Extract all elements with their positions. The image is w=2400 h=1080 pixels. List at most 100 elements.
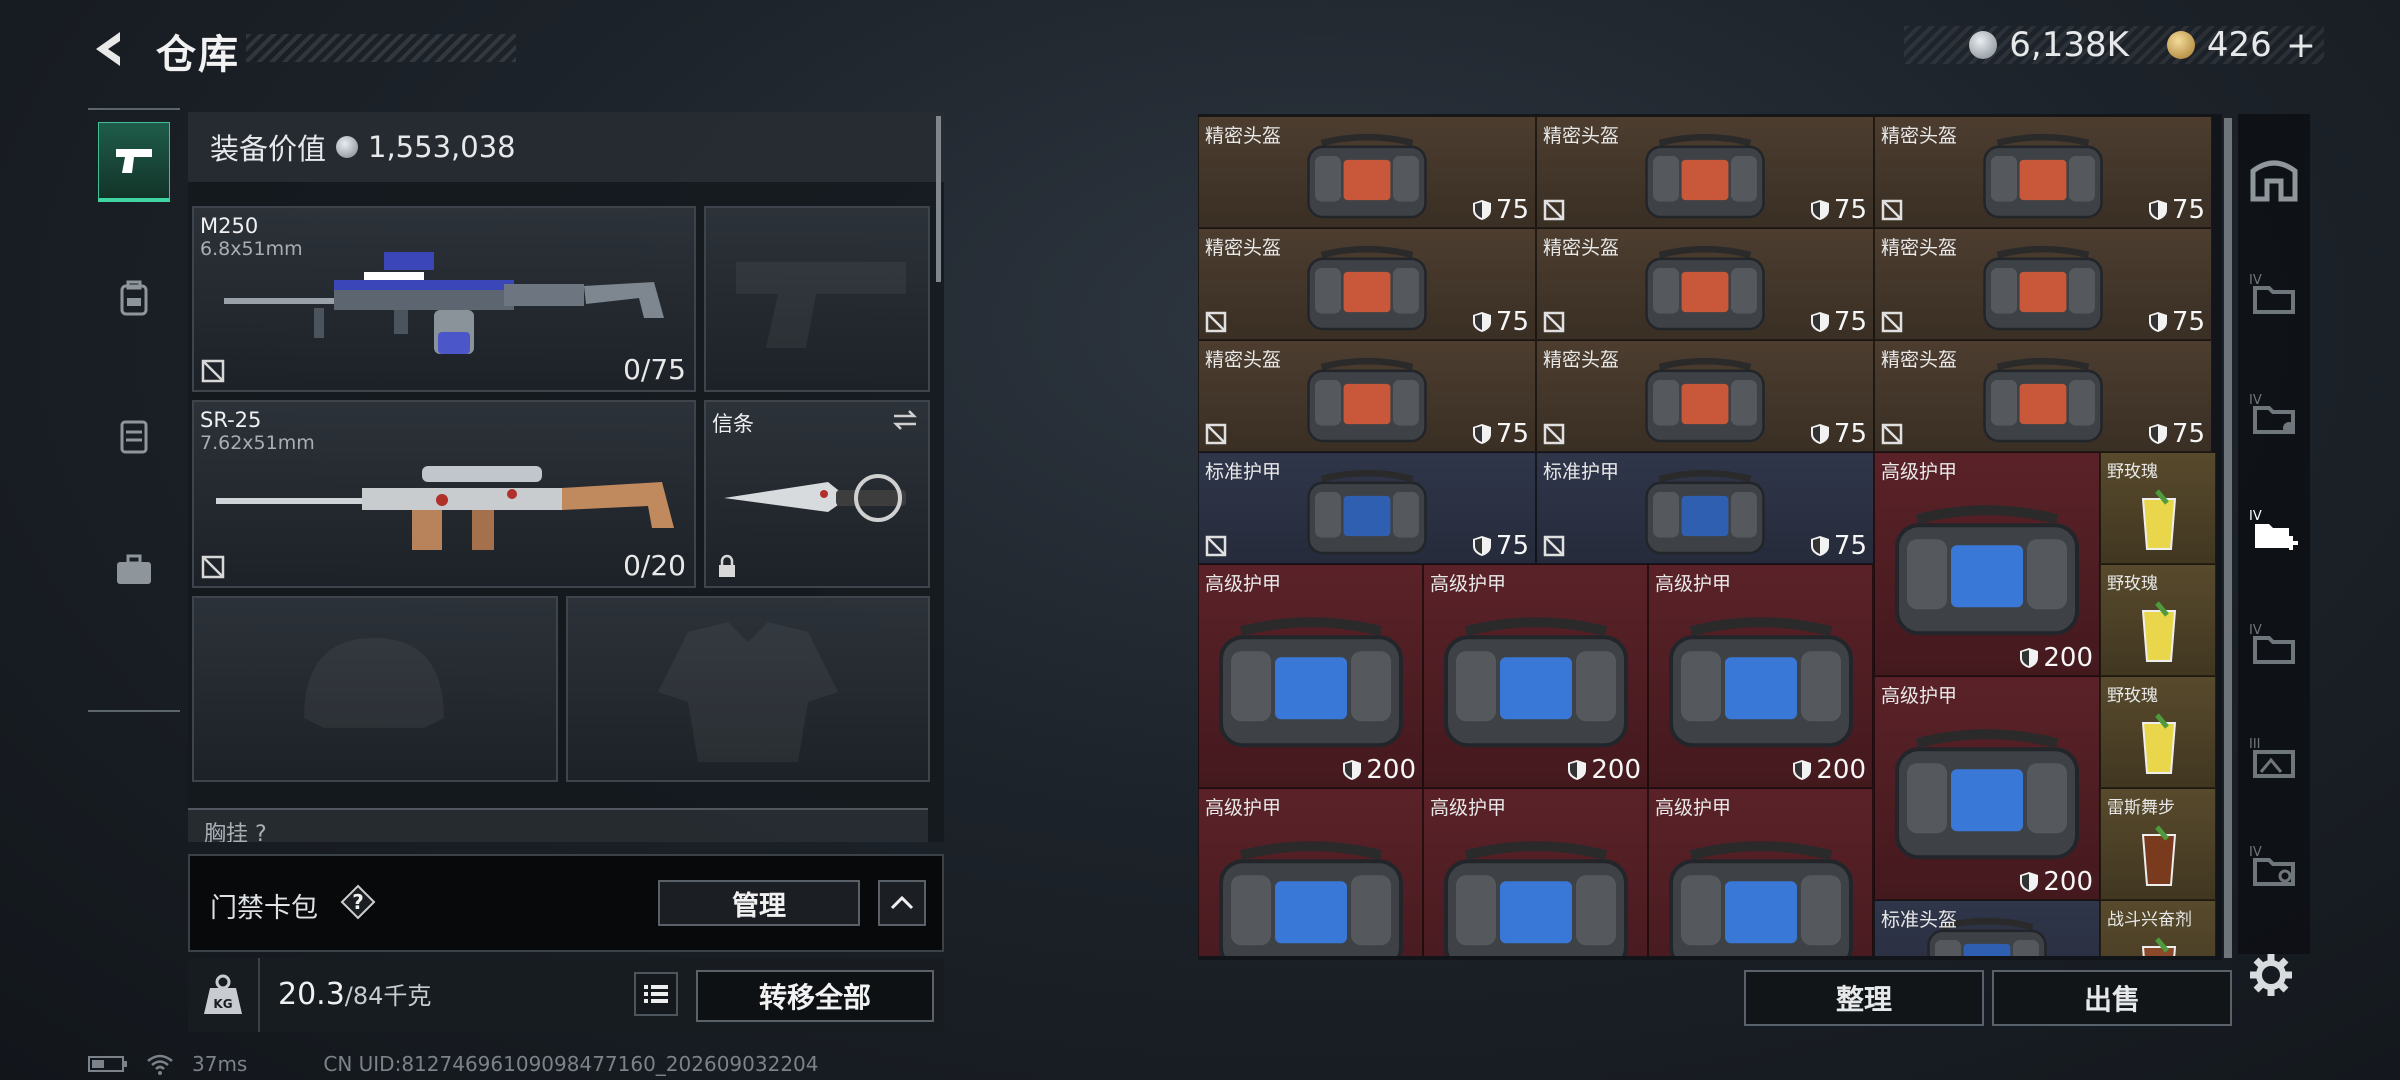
tab-stash-1[interactable]: IV — [2244, 264, 2304, 324]
item-case-image — [1645, 469, 1765, 555]
secondary-weapon-slot[interactable]: SR-25 7.62x51mm 0/20 — [192, 400, 696, 588]
pistol-slot[interactable] — [704, 206, 930, 392]
tab-all[interactable] — [2244, 148, 2304, 208]
tab-stash-4[interactable]: IV — [2244, 614, 2304, 674]
collapse-button[interactable] — [878, 880, 926, 926]
inventory-item-advanced-armor[interactable]: 高级护甲 200 — [1198, 564, 1423, 788]
no-insure-icon — [1205, 535, 1227, 557]
inventory-item-rose[interactable]: 野玫瑰 — [2100, 564, 2216, 676]
item-case-image — [1668, 617, 1853, 748]
inventory-item-precision-helmet[interactable]: 精密头盔 75 — [1874, 340, 2212, 452]
primary-weapon-slot[interactable]: M250 6.8x51mm 0/75 — [192, 206, 696, 392]
sort-button[interactable]: 整理 — [1744, 970, 1984, 1026]
gold-amount: 426 — [2206, 25, 2272, 65]
inventory-item-rose[interactable]: 野玫瑰 — [2100, 452, 2216, 564]
item-case-image — [1895, 505, 2079, 636]
inventory-item-advanced-armor[interactable]: 高级护甲 — [1648, 788, 1873, 956]
item-name: 高级护甲 — [1430, 573, 1507, 595]
item-name: 精密头盔 — [1881, 237, 1958, 259]
item-name: 雷斯舞步 — [2107, 798, 2175, 818]
item-durability: 200 — [1342, 755, 1416, 785]
help-icon[interactable]: ? — [340, 884, 376, 920]
inventory-scrollbar[interactable] — [2224, 118, 2232, 958]
item-name: 标准头盔 — [1881, 909, 1958, 931]
weapon-name: SR-25 — [200, 408, 262, 432]
inventory-item-standard-armor[interactable]: 标准护甲 75 — [1536, 452, 1874, 564]
inventory-item-precision-helmet[interactable]: 精密头盔 75 — [1874, 228, 2212, 340]
item-case-image — [1307, 245, 1427, 331]
item-durability: 200 — [1792, 755, 1866, 785]
inventory-item-combat-stim[interactable]: 战斗兴奋剂 — [2100, 900, 2216, 956]
inventory-item-advanced-armor[interactable]: 高级护甲 — [1198, 788, 1423, 956]
item-case-image — [1307, 357, 1427, 443]
item-durability: 200 — [1567, 755, 1641, 785]
inventory-grid: 精密头盔 75 精密头盔 75 精密头盔 75 精密头盔 75 精密头盔 75 精密头盔 75 精密头盔… — [1198, 116, 2218, 956]
keycard-bar: 门禁卡包 ? 管理 — [188, 854, 944, 952]
drink-glass-image — [2141, 489, 2177, 550]
tab-stash-3-active[interactable]: IV — [2244, 500, 2304, 560]
inventory-item-advanced-armor[interactable]: 高级护甲 200 — [1648, 564, 1873, 788]
no-insure-icon — [1543, 423, 1565, 445]
tab-backpack[interactable] — [98, 258, 170, 338]
lock-icon — [719, 554, 735, 577]
inventory-item-precision-helmet[interactable]: 精密头盔 75 — [1536, 228, 1874, 340]
weapon-ammo: 0/75 — [623, 353, 686, 386]
inventory-item-standard-helmet[interactable]: 标准头盔 — [1874, 900, 2100, 956]
item-name: 标准护甲 — [1205, 461, 1282, 483]
tab-stash-6[interactable]: IV — [2244, 836, 2304, 896]
list-view-button[interactable] — [634, 972, 678, 1016]
melee-slot[interactable]: 信条 — [704, 400, 930, 588]
no-insure-icon — [1205, 423, 1227, 445]
item-name: 高级护甲 — [1655, 797, 1732, 819]
transfer-all-button[interactable]: 转移全部 — [696, 970, 934, 1022]
inventory-item-precision-helmet[interactable]: 精密头盔 75 — [1536, 340, 1874, 452]
folder-icon: IV — [2249, 623, 2295, 664]
left-scrollbar[interactable] — [936, 116, 941, 282]
inventory-item-rose[interactable]: 野玫瑰 — [2100, 676, 2216, 788]
item-name: 精密头盔 — [1543, 237, 1620, 259]
item-durability: 75 — [2148, 419, 2205, 449]
tab-weapons[interactable] — [98, 122, 170, 202]
shield-icon — [2148, 312, 2167, 332]
swap-icon[interactable] — [890, 408, 920, 432]
inventory-item-race-dance[interactable]: 雷斯舞步 — [2100, 788, 2216, 900]
shield-icon — [1472, 424, 1491, 444]
item-name: 高级护甲 — [1205, 573, 1282, 595]
inventory-item-precision-helmet[interactable]: 精密头盔 75 — [1536, 116, 1874, 228]
tab-vest[interactable] — [98, 396, 170, 476]
helmet-slot[interactable] — [192, 596, 558, 782]
side-tabs — [88, 108, 180, 712]
equip-value-label: 装备价值 — [210, 132, 327, 166]
list-icon — [644, 985, 668, 1003]
svg-text:IV: IV — [2249, 393, 2262, 408]
tab-case[interactable] — [98, 530, 170, 610]
inventory-item-standard-armor[interactable]: 标准护甲 75 — [1198, 452, 1536, 564]
inventory-item-advanced-armor[interactable]: 高级护甲 200 — [1874, 452, 2100, 676]
shield-icon — [1472, 200, 1491, 220]
settings-gear-icon[interactable] — [2246, 950, 2296, 1000]
item-case-image — [1218, 841, 1403, 956]
item-case-image — [1307, 469, 1427, 555]
manage-button[interactable]: 管理 — [658, 880, 860, 926]
item-name: 野玫瑰 — [2107, 462, 2158, 482]
inventory-item-precision-helmet[interactable]: 精密头盔 75 — [1198, 228, 1536, 340]
no-insure-icon — [201, 359, 225, 383]
inventory-item-precision-helmet[interactable]: 精密头盔 75 — [1198, 116, 1536, 228]
gold-coin-icon — [2166, 31, 2195, 59]
silver-coin-icon — [336, 136, 359, 158]
vest-icon — [120, 420, 148, 454]
inventory-item-advanced-armor[interactable]: 高级护甲 200 — [1874, 676, 2100, 900]
tab-stash-5[interactable]: III — [2244, 728, 2304, 788]
armor-slot[interactable] — [566, 596, 930, 782]
inventory-item-precision-helmet[interactable]: 精密头盔 75 — [1198, 340, 1536, 452]
tab-stash-2[interactable]: IV — [2244, 384, 2304, 444]
add-gold-button[interactable]: + — [2286, 25, 2316, 66]
inventory-item-advanced-armor[interactable]: 高级护甲 200 — [1423, 564, 1648, 788]
sell-button[interactable]: 出售 — [1992, 970, 2232, 1026]
item-name: 精密头盔 — [1205, 349, 1282, 371]
back-icon[interactable] — [86, 26, 132, 72]
inventory-item-advanced-armor[interactable]: 高级护甲 — [1423, 788, 1648, 956]
shield-icon — [2148, 424, 2167, 444]
inventory-item-precision-helmet[interactable]: 精密头盔 75 — [1874, 116, 2212, 228]
silver-coin-icon — [1969, 31, 1998, 59]
